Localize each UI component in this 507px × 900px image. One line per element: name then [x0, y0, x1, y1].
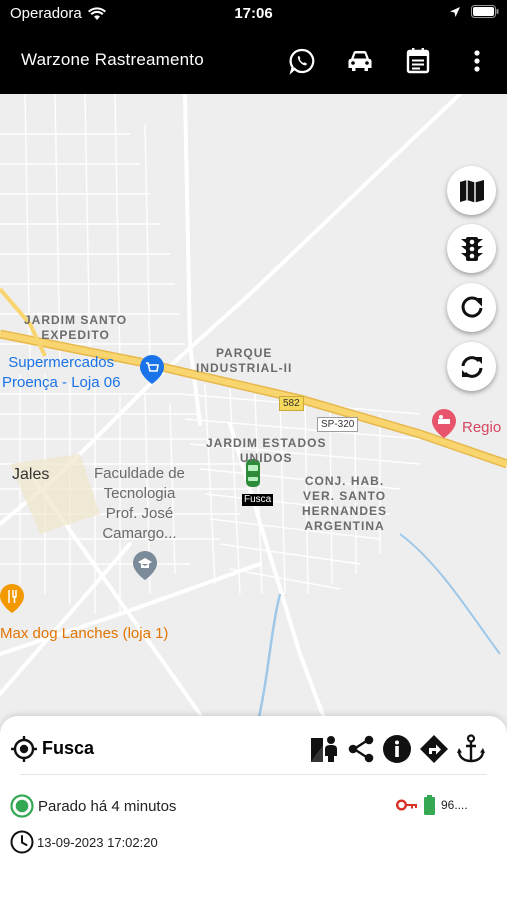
vehicle-header: Fusca	[8, 732, 499, 766]
refresh-icon	[461, 296, 482, 317]
poi-supermarket-label[interactable]: Supermercados Proença - Loja 06	[2, 353, 120, 393]
poi-max-dog-label[interactable]: Max dog Lanches (loja 1)	[0, 624, 168, 644]
panel-divider	[20, 774, 487, 775]
road-shield-sp320: SP-320	[317, 417, 359, 432]
info-icon	[383, 735, 411, 763]
gps-fixed-icon	[11, 736, 37, 762]
app-title: Warzone Rastreamento	[21, 50, 204, 69]
street-view-button[interactable]	[308, 732, 342, 766]
map-type-button[interactable]	[447, 166, 496, 215]
poi-regional-label[interactable]: Regio	[462, 418, 501, 438]
vehicle-marker-label[interactable]: Fusca	[242, 494, 274, 506]
info-button[interactable]	[380, 732, 414, 766]
whatsapp-icon	[289, 48, 315, 75]
supermarket-pin-icon	[140, 355, 164, 384]
label-parque-industrial: PARQUE INDUSTRIAL-II	[196, 346, 293, 375]
street-view-icon	[311, 736, 337, 762]
status-right	[449, 5, 499, 18]
vehicle-battery-icon	[424, 795, 435, 815]
status-time: 17:06	[234, 5, 273, 22]
share-button[interactable]	[344, 732, 378, 766]
status-bar: Operadora 17:06	[0, 0, 507, 28]
label-jardim-santo: JARDIM SANTO EXPEDITO	[24, 313, 128, 342]
label-conj-hab: CONJ. HAB. VER. SANTO HERNANDES ARGENTIN…	[302, 474, 388, 533]
anchor-icon	[457, 734, 485, 763]
directions-button[interactable]	[417, 732, 451, 766]
city-label: Jales	[12, 466, 50, 483]
location-arrow-icon	[450, 6, 460, 17]
more-vert-icon	[474, 50, 480, 72]
battery-value: 96....	[441, 798, 468, 812]
refresh-button[interactable]	[447, 283, 496, 332]
center-vehicle-button[interactable]	[7, 732, 41, 766]
poi-faculdade-label[interactable]: Faculdade de Tecnologia Prof. José Camar…	[94, 464, 185, 544]
restaurant-pin-icon	[0, 584, 24, 613]
share-icon	[348, 735, 374, 763]
anchor-button[interactable]	[454, 732, 488, 766]
vehicle-telemetry: 96....	[396, 795, 468, 815]
vehicle-status-row: Parado há 4 minutos	[10, 793, 176, 819]
vehicle-name: Fusca	[42, 738, 95, 758]
status-indicator-icon	[10, 794, 34, 818]
vehicle-datetime-text: 13-09-2023 17:02:20	[37, 834, 158, 850]
battery-icon	[471, 5, 499, 18]
map-icon	[459, 179, 484, 202]
app-bar: Warzone Rastreamento	[0, 28, 507, 94]
auto-sync-button[interactable]	[447, 342, 496, 391]
school-pin-icon	[133, 551, 157, 580]
vehicle-datetime-row: 13-09-2023 17:02:20	[10, 829, 158, 855]
clock-icon	[10, 830, 34, 854]
traffic-light-icon	[460, 236, 483, 261]
whatsapp-button[interactable]	[285, 44, 319, 78]
more-menu-button[interactable]	[460, 44, 494, 78]
hotel-pin-icon	[432, 409, 456, 438]
ignition-key-icon	[396, 799, 417, 811]
vehicle-status-text: Parado há 4 minutos	[38, 797, 177, 815]
vehicle-button[interactable]	[343, 44, 377, 78]
calendar-icon	[406, 48, 430, 74]
road-shield-582: 582	[279, 396, 304, 411]
traffic-button[interactable]	[447, 224, 496, 273]
directions-icon	[420, 735, 448, 763]
sync-icon	[461, 355, 482, 378]
car-icon	[348, 51, 372, 71]
label-jardim-estados: JARDIM ESTADOS UNIDOS	[206, 436, 327, 465]
map-view[interactable]: JARDIM SANTO EXPEDITO PARQUE INDUSTRIAL-…	[0, 94, 507, 734]
history-button[interactable]	[401, 44, 435, 78]
